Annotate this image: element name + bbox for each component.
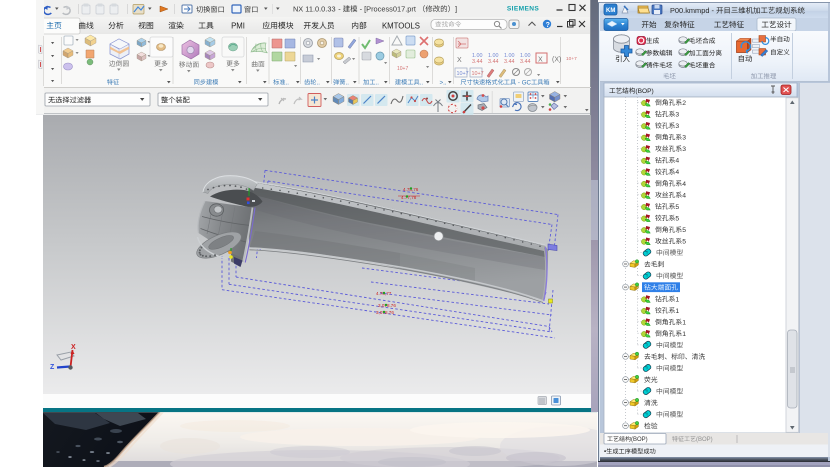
svg-text:..: .. bbox=[345, 79, 349, 86]
svg-text:1: 1 bbox=[675, 296, 679, 303]
svg-text:1: 1 bbox=[682, 319, 686, 326]
svg-text:(X): (X) bbox=[552, 57, 561, 64]
svg-text:2: 2 bbox=[682, 100, 686, 107]
svg-text:X: X bbox=[71, 344, 76, 351]
svg-text:3.44: 3.44 bbox=[472, 59, 483, 65]
svg-text:PMI: PMI bbox=[231, 21, 245, 30]
svg-text:10+7: 10+7 bbox=[457, 71, 469, 77]
svg-text:(BOP): (BOP) bbox=[631, 437, 648, 443]
svg-text:4: 4 bbox=[675, 169, 679, 176]
svg-text:3: 3 bbox=[675, 111, 679, 118]
svg-text:P00.kmmpd: P00.kmmpd bbox=[670, 6, 709, 15]
svg-text:3,078.76: 3,078.76 bbox=[378, 303, 396, 308]
svg-text:4: 4 bbox=[682, 192, 686, 199]
svg-text:(BOP): (BOP) bbox=[635, 88, 653, 95]
svg-text:..: .. bbox=[316, 79, 320, 86]
svg-text:-: - bbox=[518, 79, 520, 86]
svg-text:(BOP): (BOP) bbox=[696, 437, 713, 443]
svg-text:GC: GC bbox=[522, 79, 532, 86]
svg-text:X: X bbox=[538, 57, 543, 64]
svg-text:5: 5 bbox=[682, 227, 686, 234]
svg-text:10+7: 10+7 bbox=[397, 66, 408, 72]
svg-text:>..: >.. bbox=[439, 79, 446, 86]
svg-text:SIEMENS: SIEMENS bbox=[507, 6, 539, 13]
svg-text:?: ? bbox=[546, 22, 550, 29]
svg-text:3: 3 bbox=[682, 135, 686, 142]
svg-text:..: .. bbox=[375, 79, 379, 86]
svg-text:4: 4 bbox=[675, 158, 679, 165]
svg-text:3.44: 3.44 bbox=[504, 59, 515, 65]
svg-text:3,078.76: 3,078.76 bbox=[376, 310, 394, 315]
svg-text:1.00: 1.00 bbox=[520, 53, 531, 59]
svg-text:11.0.0.33: 11.0.0.33 bbox=[305, 4, 335, 13]
svg-text:1: 1 bbox=[682, 331, 686, 338]
svg-text:1.00: 1.00 bbox=[488, 53, 499, 59]
svg-text:[Process017.prt: [Process017.prt bbox=[364, 4, 416, 13]
svg-text:3.44: 3.44 bbox=[520, 59, 531, 65]
svg-text:..: .. bbox=[420, 79, 424, 86]
svg-text:•: • bbox=[604, 449, 606, 456]
svg-text:5: 5 bbox=[675, 215, 679, 222]
svg-text:5: 5 bbox=[682, 239, 686, 246]
svg-text:1.00: 1.00 bbox=[504, 53, 515, 59]
svg-text:3: 3 bbox=[675, 123, 679, 130]
svg-text:KMTOOLS: KMTOOLS bbox=[382, 21, 420, 30]
svg-text:1: 1 bbox=[675, 308, 679, 315]
svg-text:1.00: 1.00 bbox=[472, 53, 483, 59]
svg-text:10+7: 10+7 bbox=[472, 71, 484, 77]
svg-text:..: .. bbox=[285, 79, 289, 86]
svg-text:X: X bbox=[457, 57, 462, 64]
svg-text:3.44: 3.44 bbox=[488, 59, 499, 65]
svg-text:Z: Z bbox=[50, 364, 55, 371]
svg-text:NX: NX bbox=[293, 4, 303, 13]
svg-text:4: 4 bbox=[682, 181, 686, 188]
svg-text:]: ] bbox=[455, 4, 457, 13]
svg-text:3: 3 bbox=[682, 146, 686, 153]
svg-text:5: 5 bbox=[675, 204, 679, 211]
svg-text:KM: KM bbox=[606, 8, 615, 14]
